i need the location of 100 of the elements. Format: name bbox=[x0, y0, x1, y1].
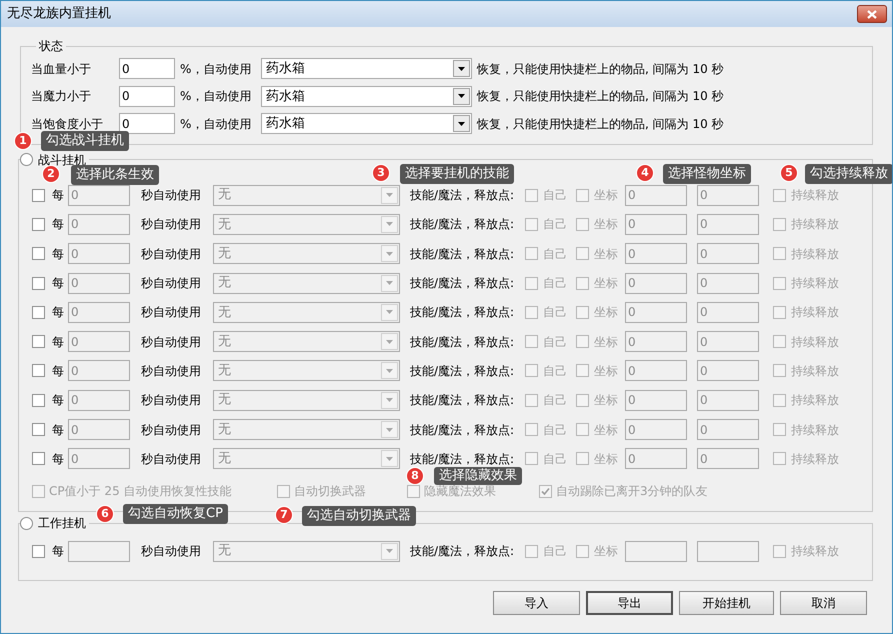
step-number: 6 bbox=[96, 505, 114, 523]
self-label: 自己 bbox=[543, 392, 567, 410]
step-number: 2 bbox=[42, 165, 60, 183]
interval-label: 秒自动使用 bbox=[140, 275, 202, 292]
callout-label: 勾选自动恢复CP bbox=[123, 504, 228, 524]
interval-label: 秒自动使用 bbox=[140, 334, 202, 351]
interval-label: 秒自动使用 bbox=[140, 392, 202, 410]
caret-icon bbox=[386, 368, 393, 373]
self-label: 自己 bbox=[543, 334, 567, 351]
input-field[interactable]: 0 bbox=[119, 113, 175, 134]
every-label: 每 bbox=[52, 216, 65, 234]
continuous-label: 持续释放 bbox=[791, 422, 839, 439]
release-label: 技能/魔法，释放点: bbox=[409, 392, 516, 410]
self-label: 自己 bbox=[543, 246, 567, 263]
threshold-label: 当魔力小于 bbox=[31, 88, 92, 106]
release-label: 技能/魔法，释放点: bbox=[409, 450, 516, 468]
step-number: 5 bbox=[780, 164, 798, 182]
interval-label: 秒自动使用 bbox=[140, 216, 202, 234]
continuous-label: 持续释放 bbox=[791, 450, 839, 468]
continuous-label: 持续释放 bbox=[791, 187, 839, 204]
option-label: 隐藏魔法效果 bbox=[424, 483, 496, 500]
self-label: 自己 bbox=[543, 543, 567, 560]
close-button[interactable] bbox=[857, 5, 887, 23]
dropdown[interactable]: 药水箱 bbox=[261, 58, 472, 80]
threshold-label: 当饱食度小于 bbox=[31, 116, 104, 133]
coordinate-label: 坐标 bbox=[594, 246, 618, 263]
input-field[interactable] bbox=[68, 540, 130, 562]
self-label: 自己 bbox=[543, 422, 567, 439]
caret-icon bbox=[386, 252, 393, 256]
dialog-button[interactable]: 导入 bbox=[493, 590, 580, 615]
caret-icon bbox=[386, 549, 393, 554]
radio-button[interactable] bbox=[20, 516, 33, 530]
caret-icon bbox=[386, 310, 393, 314]
interval-label: 秒自动使用 bbox=[140, 362, 202, 380]
coordinate-label: 坐标 bbox=[594, 392, 618, 410]
close-icon bbox=[867, 10, 877, 18]
coordinate-label: 坐标 bbox=[594, 422, 618, 439]
input-field[interactable] bbox=[625, 540, 687, 562]
every-label: 每 bbox=[52, 362, 65, 380]
interval-label: 秒自动使用 bbox=[140, 422, 202, 439]
continuous-label: 持续释放 bbox=[791, 392, 839, 410]
dialog-button[interactable]: 开始挂机 bbox=[679, 590, 774, 615]
coordinate-label: 坐标 bbox=[594, 187, 618, 204]
step-number: 1 bbox=[14, 132, 32, 150]
recovery-note: 恢复，只能使用快捷栏上的物品, 间隔为 10 秒 bbox=[476, 116, 724, 133]
unit-label: %，自动使用 bbox=[179, 60, 252, 78]
callout-label: 选择隐藏效果 bbox=[434, 467, 522, 485]
every-label: 每 bbox=[52, 450, 65, 468]
release-label: 技能/魔法，释放点: bbox=[409, 543, 516, 560]
work-mode-label: 工作挂机 bbox=[38, 515, 86, 532]
self-label: 自己 bbox=[543, 216, 567, 234]
coordinate-label: 坐标 bbox=[594, 334, 618, 351]
recovery-note: 恢复，只能使用快捷栏上的物品, 间隔为 10 秒 bbox=[476, 60, 724, 78]
release-label: 技能/魔法，释放点: bbox=[409, 362, 516, 380]
dropdown[interactable]: 药水箱 bbox=[261, 86, 472, 107]
dialog-button[interactable]: 导出 bbox=[586, 590, 673, 615]
interval-label: 秒自动使用 bbox=[140, 543, 202, 560]
caret-icon bbox=[458, 122, 465, 126]
recovery-note: 恢复，只能使用快捷栏上的物品, 间隔为 10 秒 bbox=[476, 88, 724, 106]
caret-icon bbox=[458, 94, 465, 98]
group-title: 状态 bbox=[38, 38, 64, 55]
callout-label: 选择怪物坐标 bbox=[663, 164, 751, 184]
every-label: 每 bbox=[52, 275, 65, 292]
coordinate-label: 坐标 bbox=[594, 543, 618, 560]
input-field[interactable]: 0 bbox=[119, 86, 175, 107]
step-number: 7 bbox=[275, 506, 293, 524]
coordinate-label: 坐标 bbox=[594, 450, 618, 468]
radio-button[interactable] bbox=[20, 153, 33, 166]
release-label: 技能/魔法，释放点: bbox=[409, 216, 516, 234]
continuous-label: 持续释放 bbox=[791, 334, 839, 351]
unit-label: %，自动使用 bbox=[179, 116, 252, 133]
window-title: 无尽龙族内置挂机 bbox=[7, 5, 111, 24]
input-field[interactable]: 0 bbox=[119, 58, 175, 80]
caret-icon bbox=[386, 398, 393, 402]
callout-label: 勾选持续释放 bbox=[805, 164, 892, 184]
self-label: 自己 bbox=[543, 304, 567, 322]
caret-icon bbox=[386, 193, 393, 198]
input-field[interactable] bbox=[697, 540, 759, 562]
caret-icon bbox=[386, 456, 393, 461]
option-label: CP值小于 25 自动使用恢复性技能 bbox=[49, 483, 232, 500]
option-label: 自动踢除已离开3分钟的队友 bbox=[556, 483, 708, 500]
interval-label: 秒自动使用 bbox=[140, 304, 202, 322]
every-label: 每 bbox=[52, 187, 65, 204]
coordinate-label: 坐标 bbox=[594, 362, 618, 380]
continuous-label: 持续释放 bbox=[791, 362, 839, 380]
dropdown[interactable]: 药水箱 bbox=[261, 113, 472, 134]
callout-label: 选择要挂机的技能 bbox=[400, 164, 514, 184]
step-number: 8 bbox=[406, 467, 424, 485]
release-label: 技能/魔法，释放点: bbox=[409, 334, 516, 351]
caret-icon bbox=[386, 340, 393, 344]
callout-label: 勾选自动切换武器 bbox=[302, 506, 416, 526]
coordinate-label: 坐标 bbox=[594, 216, 618, 234]
every-label: 每 bbox=[52, 392, 65, 410]
release-label: 技能/魔法，释放点: bbox=[409, 422, 516, 439]
dialog-button[interactable]: 取消 bbox=[780, 590, 867, 615]
interval-label: 秒自动使用 bbox=[140, 450, 202, 468]
every-label: 每 bbox=[52, 543, 65, 560]
continuous-label: 持续释放 bbox=[791, 246, 839, 263]
every-label: 每 bbox=[52, 422, 65, 439]
interval-label: 秒自动使用 bbox=[140, 246, 202, 263]
